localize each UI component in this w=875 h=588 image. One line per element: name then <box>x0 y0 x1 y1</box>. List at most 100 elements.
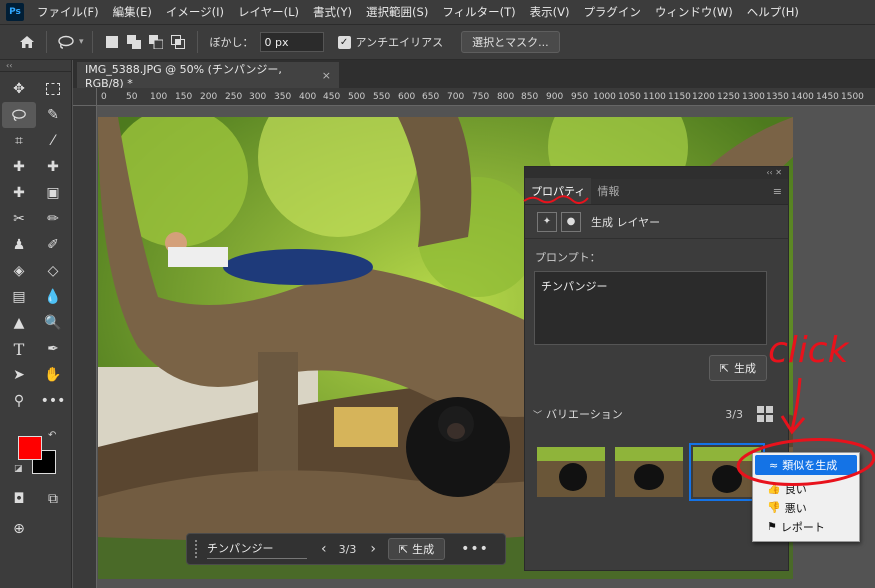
foreground-color-swatch[interactable] <box>18 436 42 460</box>
share-icon[interactable]: ⊕ <box>4 516 34 542</box>
lasso-icon[interactable] <box>55 31 77 53</box>
tab-properties[interactable]: プロパティ <box>525 178 592 204</box>
move-tool-icon[interactable]: ✥ <box>2 76 36 102</box>
sharpen-tool-icon[interactable]: ▲ <box>2 310 36 336</box>
ruler-tick: 800 <box>497 92 515 102</box>
more-options-icon[interactable]: ••• <box>461 541 489 557</box>
quick-selection-tool-icon[interactable]: ✎ <box>36 102 70 128</box>
ruler-tick: 200 <box>200 92 218 102</box>
ruler-tick: 1150 <box>668 92 691 102</box>
pen-tool-icon[interactable]: ✒ <box>36 336 70 362</box>
menu-help[interactable]: ヘルプ(H) <box>740 4 806 20</box>
variation-counter: 3/3 <box>338 542 357 556</box>
brush-tool-icon[interactable]: ✏ <box>36 206 70 232</box>
hand-tool-icon[interactable]: ✋ <box>36 362 70 388</box>
lasso-tool-icon[interactable] <box>2 102 36 128</box>
path-selection-tool-icon[interactable]: ➤ <box>2 362 36 388</box>
next-variation-icon[interactable]: › <box>370 541 376 557</box>
antialias-checkbox[interactable]: ✓ <box>337 35 351 49</box>
layer-type-row: ✦ ● 生成 レイヤー <box>525 205 788 239</box>
bg-eraser-tool-icon[interactable]: ◇ <box>36 258 70 284</box>
generate-label: 生成 <box>412 543 435 556</box>
properties-panel: ‹‹ ✕ プロパティ 情報 ≡ ✦ ● 生成 レイヤー プロンプト： チンパンジ… <box>524 166 789 571</box>
chevron-down-icon[interactable]: ﹀ <box>533 408 542 421</box>
contextual-task-bar: チンパンジー ‹ 3/3 › ⇱ 生成 ••• <box>186 533 506 565</box>
blur-tool-icon[interactable]: 💧 <box>36 284 70 310</box>
photoshop-logo-icon: Ps <box>6 3 24 21</box>
healing-brush-tool-icon[interactable]: ✚ <box>2 180 36 206</box>
menu-report[interactable]: ⚑ レポート <box>753 517 859 536</box>
subtract-selection-icon[interactable] <box>145 31 167 53</box>
menu-item-label: 良い <box>784 482 807 496</box>
prompt-textarea[interactable]: チンパンジー <box>534 271 767 345</box>
menu-image[interactable]: イメージ(I) <box>159 4 231 20</box>
more-tools-icon[interactable]: ••• <box>36 388 70 414</box>
taskbar-prompt-input[interactable]: チンパンジー <box>207 540 307 559</box>
home-icon[interactable] <box>16 31 38 53</box>
marquee-tool-icon[interactable] <box>36 76 70 102</box>
variations-count: 3/3 <box>725 407 743 421</box>
feather-input[interactable] <box>259 32 324 52</box>
zoom-tool-icon[interactable]: ⚲ <box>2 388 36 414</box>
antialias-label: アンチエイリアス <box>355 36 444 49</box>
menu-filter[interactable]: フィルター(T) <box>435 4 522 20</box>
menu-bar: Ps ファイル(F) 編集(E) イメージ(I) レイヤー(L) 書式(Y) 選… <box>0 0 875 24</box>
new-selection-icon[interactable] <box>101 31 123 53</box>
taskbar-generate-button[interactable]: ⇱ 生成 <box>387 538 446 560</box>
menu-thumbs-down[interactable]: 👎 悪い <box>753 498 859 517</box>
eraser-tool-icon[interactable]: ◈ <box>2 258 36 284</box>
panel-menu-icon[interactable]: ≡ <box>773 185 782 198</box>
menu-view[interactable]: 表示(V) <box>523 4 577 20</box>
generate-label: 生成 <box>734 362 756 375</box>
ruler-tick: 850 <box>521 92 539 102</box>
menu-thumbs-up[interactable]: 👍 良い <box>753 479 859 498</box>
remove-tool-icon[interactable]: ✚ <box>36 154 70 180</box>
swap-colors-icon[interactable]: ↶ <box>48 430 56 441</box>
add-selection-icon[interactable] <box>123 31 145 53</box>
gradient-tool-icon[interactable]: ▤ <box>2 284 36 310</box>
patch-tool-icon[interactable]: ✂ <box>2 206 36 232</box>
ruler-tick: 1100 <box>643 92 666 102</box>
generative-layer-icon: ✦ <box>537 211 557 232</box>
color-swatches[interactable]: ↶ ◪ <box>14 430 60 478</box>
ruler-tick: 500 <box>348 92 366 102</box>
spot-healing-tool-icon[interactable]: ✚ <box>2 154 36 180</box>
menu-type[interactable]: 書式(Y) <box>306 4 359 20</box>
dodge-tool-icon[interactable]: 🔍 <box>36 310 70 336</box>
menu-generate-similar[interactable]: ≈ 類似を生成 <box>755 455 857 475</box>
drag-handle-icon[interactable] <box>195 540 199 558</box>
menu-edit[interactable]: 編集(E) <box>106 4 159 20</box>
collapse-toolbar-icon[interactable]: ‹‹ <box>0 60 71 72</box>
panel-generate-button[interactable]: ⇱ 生成 <box>708 355 767 381</box>
variation-thumbnail-selected[interactable] <box>689 443 765 501</box>
variation-thumbnail[interactable] <box>615 447 683 497</box>
close-icon[interactable]: × <box>322 69 331 82</box>
tab-info[interactable]: 情報 <box>591 183 625 204</box>
select-and-mask-button[interactable]: 選択とマスク... <box>461 31 560 53</box>
document-title: IMG_5388.JPG @ 50% (チンパンジー, RGB/8) * <box>85 62 282 90</box>
content-aware-tool-icon[interactable]: ▣ <box>36 180 70 206</box>
history-brush-tool-icon[interactable]: ✐ <box>36 232 70 258</box>
variations-label: バリエーション <box>546 408 623 421</box>
intersect-selection-icon[interactable] <box>167 31 189 53</box>
quick-mask-icon[interactable]: ◘ <box>4 486 34 512</box>
previous-variation-icon[interactable]: ‹ <box>321 541 327 557</box>
ruler-tick: 650 <box>422 92 440 102</box>
menu-window[interactable]: ウィンドウ(W) <box>648 4 740 20</box>
type-tool-icon[interactable]: T <box>2 336 36 362</box>
chevron-down-icon[interactable]: ▾ <box>79 37 84 47</box>
menu-plugins[interactable]: プラグイン <box>576 4 648 20</box>
default-colors-icon[interactable]: ◪ <box>14 464 23 474</box>
menu-layer[interactable]: レイヤー(L) <box>231 4 306 20</box>
clone-stamp-tool-icon[interactable]: ♟ <box>2 232 36 258</box>
grid-view-icon[interactable] <box>757 406 773 422</box>
screen-mode-icon[interactable]: ⧉ <box>38 486 68 512</box>
menu-file[interactable]: ファイル(F) <box>30 4 106 20</box>
eyedropper-tool-icon[interactable]: ⁄ <box>36 128 70 154</box>
menu-select[interactable]: 選択範囲(S) <box>359 4 435 20</box>
crop-tool-icon[interactable]: ⌗ <box>2 128 36 154</box>
variation-thumbnail[interactable] <box>537 447 605 497</box>
mask-icon: ● <box>561 211 581 232</box>
document-tab[interactable]: IMG_5388.JPG @ 50% (チンパンジー, RGB/8) * × <box>77 62 339 90</box>
ruler-tick: 1350 <box>766 92 789 102</box>
